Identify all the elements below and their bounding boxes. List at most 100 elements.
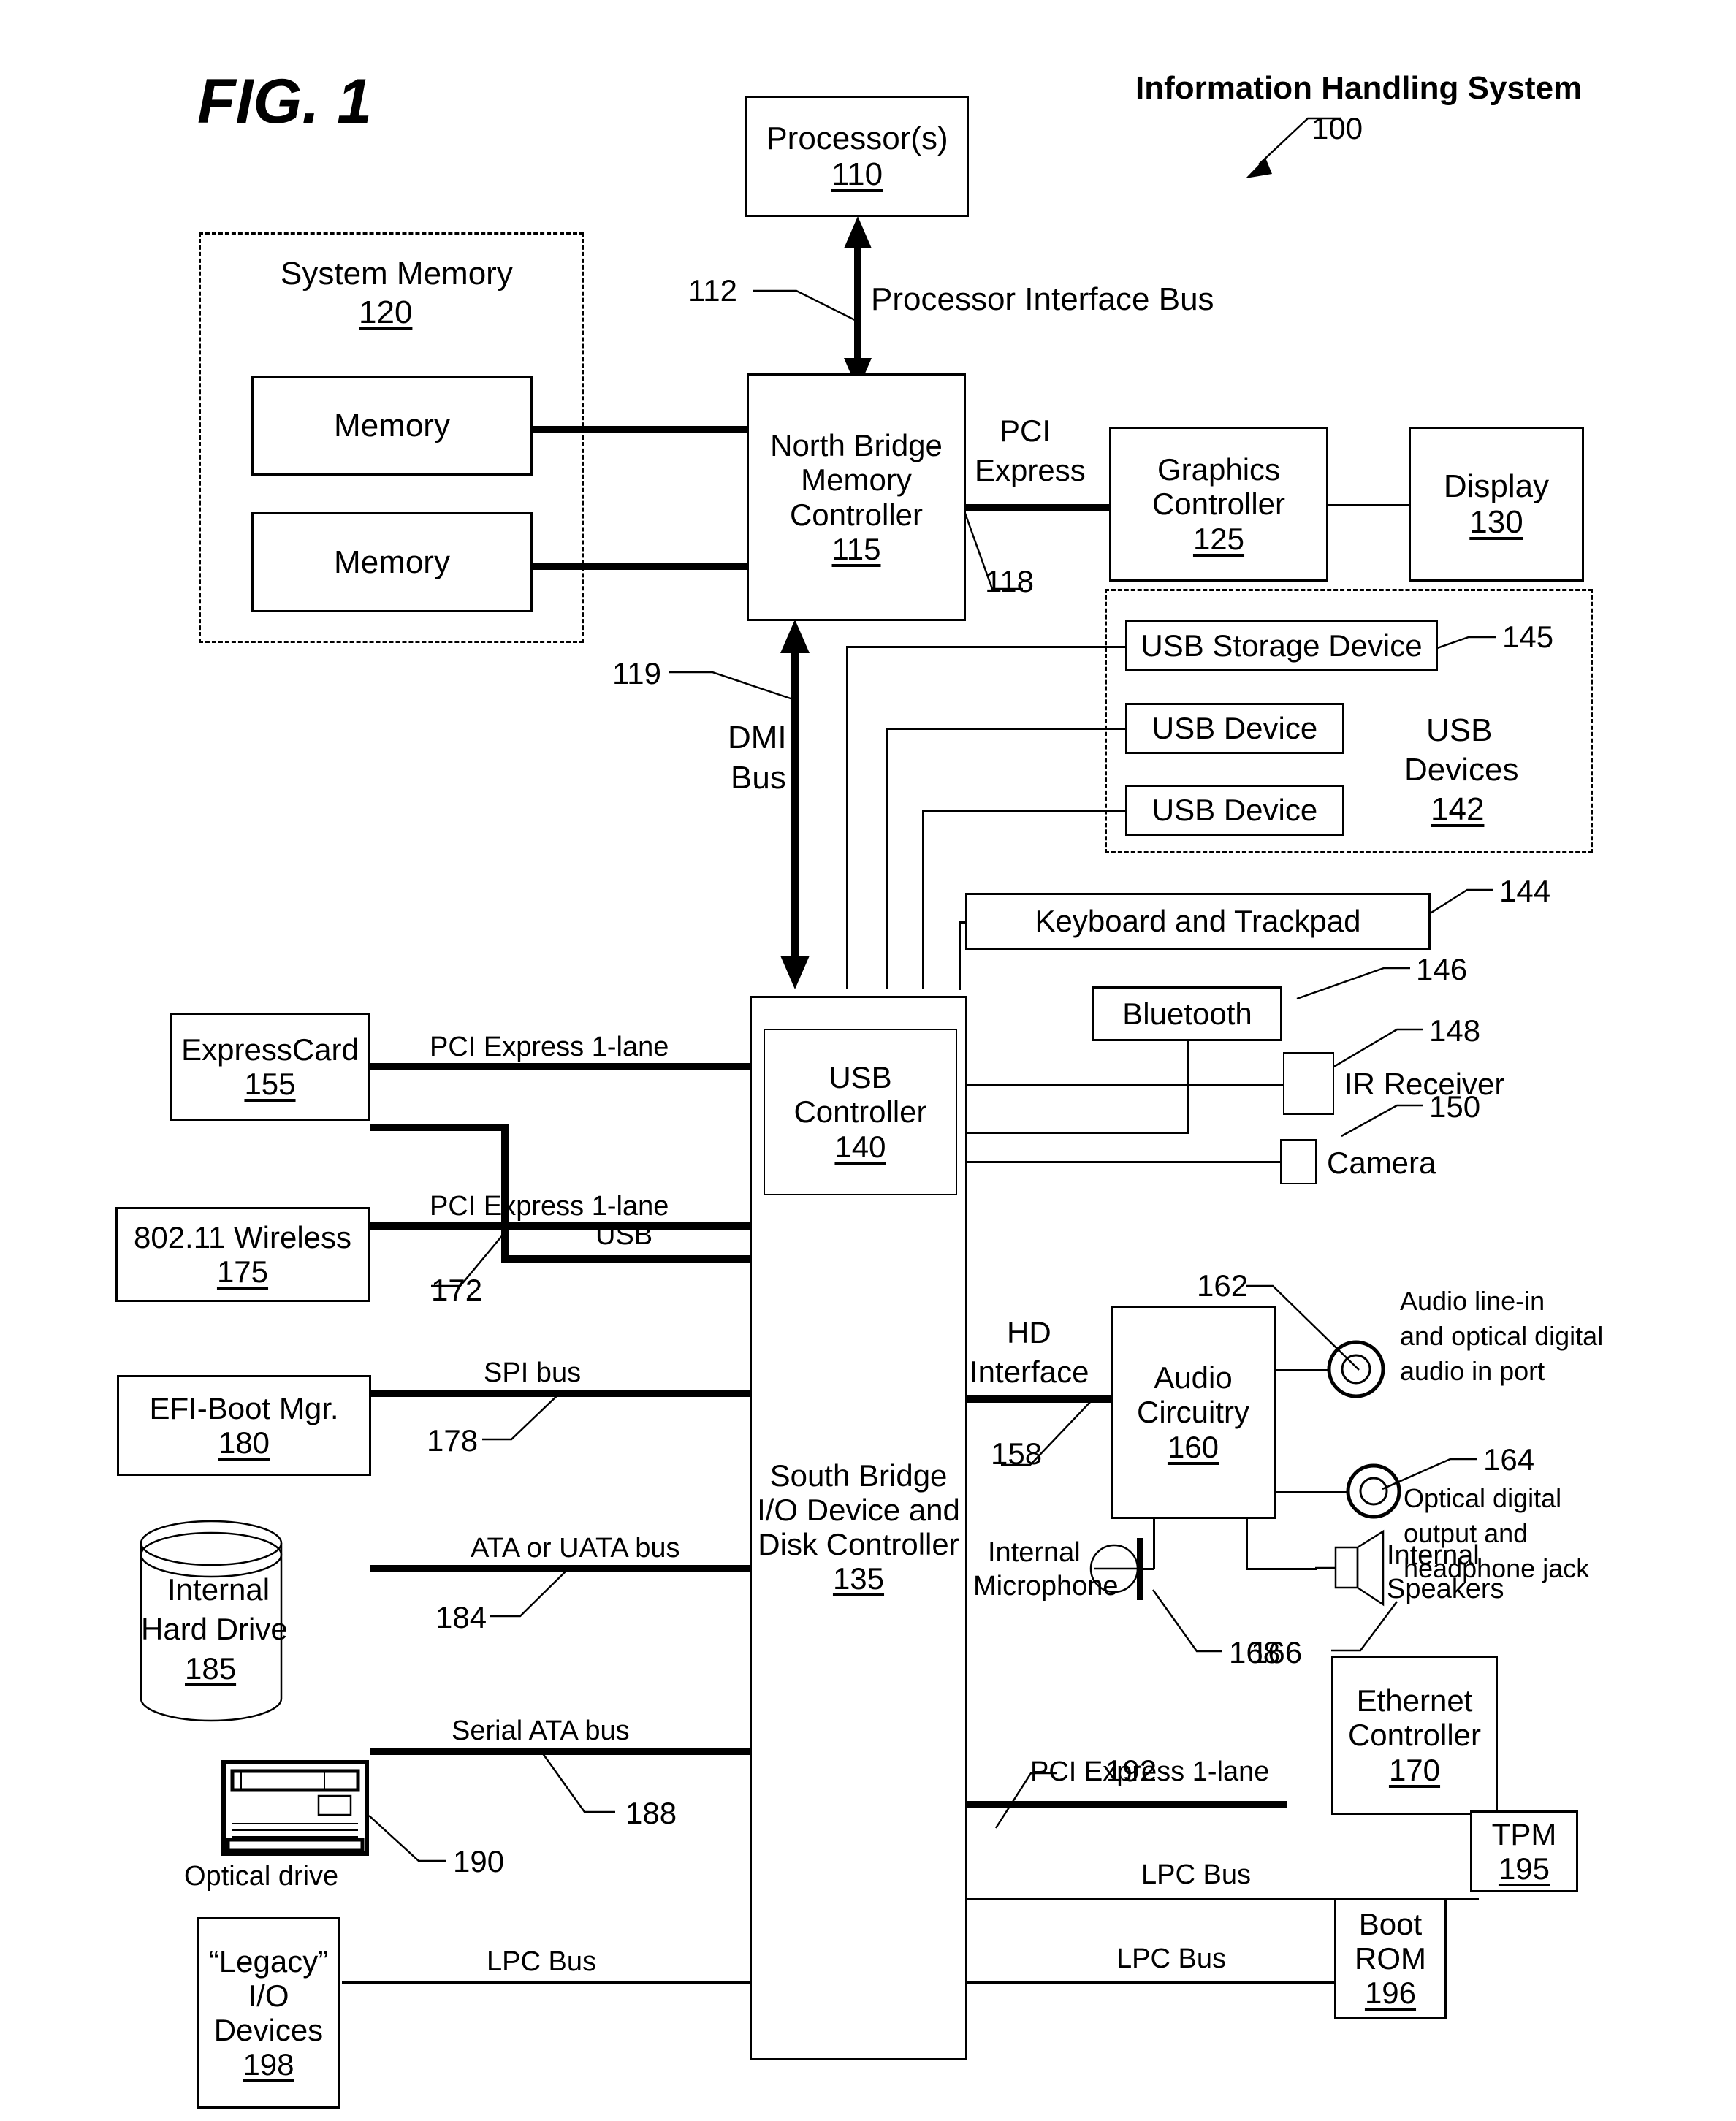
- bluetooth-ref: 146: [1416, 952, 1468, 986]
- ir-receiver-icon-frame[interactable]: [1283, 1052, 1334, 1115]
- north-bridge-line1: North Bridge: [770, 428, 943, 463]
- hard-drive-line2: Hard Drive: [141, 1612, 288, 1646]
- usb-storage-vertical: [846, 646, 848, 989]
- legacy-io-line1: “Legacy”: [208, 1943, 329, 1979]
- memory-block-2[interactable]: Memory: [251, 512, 533, 612]
- north-bridge-block[interactable]: North Bridge Memory Controller 115: [747, 373, 966, 621]
- boot-rom-ref: 196: [1364, 1976, 1417, 2011]
- wireless-ref: 175: [216, 1254, 269, 1289]
- efi-boot-mgr-block[interactable]: EFI-Boot Mgr. 180: [117, 1375, 371, 1476]
- optical-drive-label: Optical drive: [184, 1861, 339, 1892]
- expresscard-pcie-line: [370, 1063, 773, 1070]
- wireless-pcie-line: [370, 1222, 773, 1230]
- ata-bus-line: [370, 1565, 773, 1572]
- audio-to-mic-horizontal: [1140, 1568, 1154, 1570]
- camera-line: [957, 1161, 1283, 1163]
- serial-ata-bus-ref: 188: [625, 1796, 677, 1830]
- audio-out-port-line1: Optical digital: [1404, 1483, 1562, 1513]
- lpc-tpm-ref: 192: [1105, 1753, 1157, 1788]
- internal-speakers-line2: Speakers: [1387, 1574, 1504, 1604]
- lpc-tpm-label: LPC Bus: [1141, 1859, 1251, 1890]
- processor-interface-bus-ref: 112: [688, 273, 737, 308]
- keyboard-ref: 144: [1499, 874, 1551, 908]
- usb-controller-ref: 140: [834, 1129, 886, 1164]
- usb-device2-horizontal: [922, 810, 1125, 812]
- internal-speakers-ref: 166: [1251, 1635, 1303, 1669]
- ata-bus-ref: 184: [435, 1600, 487, 1634]
- audio-to-spk-horizontal: [1246, 1568, 1317, 1570]
- expresscard-usb-seg1: [370, 1124, 509, 1131]
- dmi-bus-line2: Bus: [731, 760, 786, 796]
- usb-expresscard-label: USB: [595, 1220, 653, 1251]
- audio-circuitry-block[interactable]: Audio Circuitry 160: [1111, 1306, 1276, 1519]
- south-bridge-line2: I/O Device and: [757, 1493, 960, 1528]
- legacy-io-ref: 198: [243, 2047, 294, 2082]
- ethernet-pcie-line: [966, 1801, 1287, 1808]
- camera-icon-frame[interactable]: [1280, 1139, 1317, 1184]
- usb-device-block-2[interactable]: USB Device: [1125, 785, 1344, 836]
- audio-to-linein-line: [1276, 1369, 1330, 1371]
- hard-drive-ref: 185: [185, 1651, 237, 1686]
- ethernet-controller-block[interactable]: Ethernet Controller 170: [1331, 1656, 1498, 1815]
- display-block[interactable]: Display 130: [1409, 427, 1584, 582]
- bluetooth-horizontal: [956, 1132, 1189, 1134]
- ethernet-ref: 170: [1388, 1752, 1441, 1787]
- usb-controller-block[interactable]: USB Controller 140: [764, 1029, 957, 1195]
- camera-label: Camera: [1327, 1146, 1436, 1180]
- processor-interface-bus-label: Processor Interface Bus: [871, 281, 1214, 317]
- ethernet-line2: Controller: [1347, 1718, 1482, 1753]
- expresscard-label: ExpressCard: [181, 1032, 359, 1067]
- usb-devices-group-line2: Devices: [1404, 752, 1519, 788]
- graphics-controller-block[interactable]: Graphics Controller 125: [1109, 427, 1328, 582]
- tpm-ref: 195: [1498, 1851, 1550, 1886]
- expresscard-usb-seg3: [501, 1255, 779, 1263]
- patent-figure-canvas: FIG. 1 Information Handling System 100 P…: [0, 0, 1736, 2121]
- south-bridge-ref: 135: [832, 1561, 885, 1596]
- hd-interface-line2: Interface: [970, 1355, 1089, 1389]
- boot-rom-line2: ROM: [1355, 1941, 1426, 1976]
- lpc-bootrom-label: LPC Bus: [1116, 1943, 1226, 1974]
- north-bridge-line3: Controller: [789, 497, 924, 532]
- internal-mic-line1: Internal: [988, 1537, 1081, 1568]
- graphics-line2: Controller: [1151, 487, 1286, 522]
- serial-ata-bus-line: [370, 1748, 773, 1755]
- usb-storage-device-block[interactable]: USB Storage Device: [1125, 620, 1438, 671]
- tpm-block[interactable]: TPM 195: [1470, 1810, 1578, 1892]
- processor-label: Processor(s): [766, 120, 948, 156]
- spi-bus-label: SPI bus: [484, 1357, 582, 1388]
- audio-to-mic-vertical: [1153, 1518, 1155, 1569]
- boot-rom-block[interactable]: Boot ROM 196: [1334, 1898, 1447, 2019]
- audio-ref: 160: [1167, 1429, 1219, 1464]
- south-bridge-line3: Disk Controller: [758, 1527, 959, 1562]
- legacy-io-block[interactable]: “Legacy” I/O Devices 198: [197, 1917, 340, 2109]
- usb-storage-horizontal: [846, 646, 1125, 648]
- usb-devices-group-ref: 142: [1431, 791, 1485, 827]
- ir-receiver-ref: 148: [1429, 1013, 1481, 1048]
- audio-in-port-line1: Audio line-in: [1400, 1286, 1545, 1316]
- memory-1-label: Memory: [334, 407, 450, 443]
- usb-device-block-1[interactable]: USB Device: [1125, 703, 1344, 754]
- pcie-expresscard-label: PCI Express 1-lane: [430, 1032, 669, 1062]
- memory-block-1[interactable]: Memory: [251, 376, 533, 476]
- audio-to-optout-line: [1276, 1491, 1349, 1493]
- expresscard-block[interactable]: ExpressCard 155: [170, 1013, 370, 1121]
- legacy-io-line3: Devices: [213, 2013, 324, 2047]
- usb-controller-line2: Controller: [793, 1094, 927, 1130]
- usb-storage-ref: 145: [1502, 620, 1554, 654]
- bluetooth-block[interactable]: Bluetooth: [1092, 986, 1282, 1041]
- display-label: Display: [1443, 468, 1550, 504]
- keyboard-trackpad-block[interactable]: Keyboard and Trackpad: [965, 893, 1431, 950]
- usb-device1-horizontal: [886, 728, 1125, 730]
- optical-drive-ref: 190: [453, 1844, 505, 1878]
- usb-device1-vertical: [886, 728, 888, 989]
- wireless-block[interactable]: 802.11 Wireless 175: [115, 1207, 370, 1302]
- processor-block[interactable]: Processor(s) 110: [745, 96, 969, 217]
- audio-in-port-line2: and optical digital: [1400, 1321, 1604, 1351]
- ata-bus-label: ATA or UATA bus: [471, 1533, 680, 1564]
- system-memory-ref: 120: [359, 294, 413, 330]
- ethernet-line1: Ethernet: [1356, 1683, 1473, 1718]
- memory2-to-northbridge-line: [532, 563, 757, 570]
- system-memory-title: System Memory: [281, 256, 513, 292]
- usb-device-1-label: USB Device: [1151, 711, 1318, 746]
- memory-2-label: Memory: [334, 544, 450, 580]
